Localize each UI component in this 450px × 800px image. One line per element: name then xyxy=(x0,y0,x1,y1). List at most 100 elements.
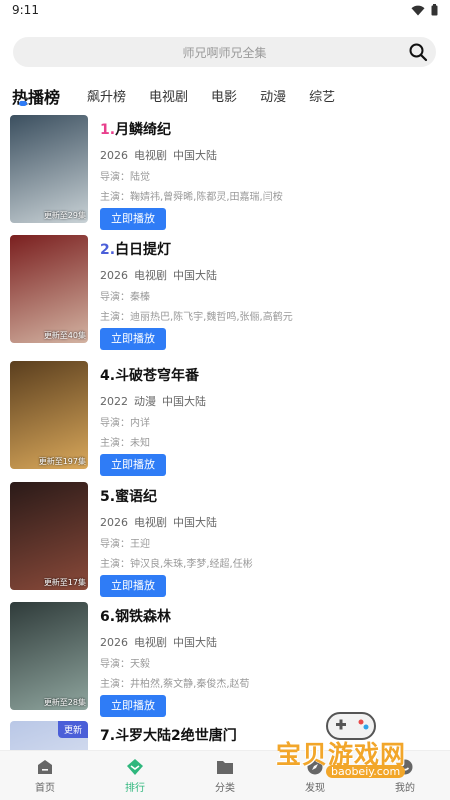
episode-badge: 更新至28集 xyxy=(43,698,86,707)
poster-image[interactable]: 更新至29集 xyxy=(10,115,88,223)
director: 导演：内详 xyxy=(100,418,150,427)
title-text: 月鳞绮纪 xyxy=(115,122,172,138)
item-title[interactable]: 4.斗破苍穹年番 xyxy=(100,365,430,385)
status-bar: 9:11 xyxy=(0,0,450,22)
nav-profile[interactable]: 我的 xyxy=(360,751,450,800)
play-button[interactable]: 立即播放 xyxy=(100,454,166,476)
region: 中国大陆 xyxy=(173,149,217,162)
list-item[interactable]: 更新至17集 5.蜜语纪 2026 电视剧 中国大陆 导演：王迎 主演：钟汉良,朱珠… xyxy=(10,482,440,597)
title-text: 蜜语纪 xyxy=(115,489,158,505)
poster-image[interactable]: 更新至28集 xyxy=(10,602,88,710)
profile-icon xyxy=(397,759,413,775)
year: 2026 xyxy=(100,516,128,529)
episode-badge: 更新至29集 xyxy=(43,211,86,220)
cast: 主演：井柏然,蔡文静,秦俊杰,赵荀 xyxy=(100,679,250,688)
nav-label: 排行 xyxy=(125,783,145,794)
title-text: 斗罗大陆2绝世唐门 xyxy=(115,728,237,744)
bottom-nav: 首页 排行 分类 发现 我的 xyxy=(0,750,450,800)
item-meta: 2026 电视剧 中国大陆 xyxy=(100,514,430,529)
ranking-icon xyxy=(127,759,143,775)
status-time: 9:11 xyxy=(12,3,39,17)
title-text: 钢铁森林 xyxy=(115,609,172,625)
item-title[interactable]: 6.钢铁森林 xyxy=(100,606,430,626)
item-meta: 2022 动漫 中国大陆 xyxy=(100,393,430,408)
play-button[interactable]: 立即播放 xyxy=(100,328,166,350)
poster-image[interactable]: 更新至17集 xyxy=(10,482,88,590)
nav-category[interactable]: 分类 xyxy=(180,751,270,800)
episode-badge: 更新至197集 xyxy=(38,457,86,466)
item-title[interactable]: 1.月鳞绮纪 xyxy=(100,119,430,139)
item-title[interactable]: 5.蜜语纪 xyxy=(100,486,430,506)
cast: 主演：钟汉良,朱珠,李梦,经超,任彬 xyxy=(100,559,253,568)
wifi-icon xyxy=(411,5,425,15)
cast: 主演：鞠婧祎,曾舜晞,陈都灵,田嘉瑞,闫桉 xyxy=(100,192,283,201)
nav-discover[interactable]: 发现 xyxy=(270,751,360,800)
list-item[interactable]: 更新至40集 2.白日提灯 2026 电视剧 中国大陆 导演：秦榛 主演：迪丽热巴,… xyxy=(10,235,440,350)
title-text: 白日提灯 xyxy=(115,242,172,258)
rank-number: 5. xyxy=(100,489,116,505)
list-item[interactable]: 更新至28集 6.钢铁森林 2026 电视剧 中国大陆 导演：天毅 主演：井柏然,蔡… xyxy=(10,602,440,717)
home-icon xyxy=(38,760,52,774)
rank-number: 6. xyxy=(100,609,116,625)
director: 导演：王迎 xyxy=(100,539,150,548)
poster-image[interactable]: 更新至40集 xyxy=(10,235,88,343)
status-icons xyxy=(411,4,438,16)
tab-rising[interactable]: 飙升榜 xyxy=(87,88,126,108)
year: 2026 xyxy=(100,149,128,162)
category-tabs: 热播榜 飙升榜 电视剧 电影 动漫 综艺 xyxy=(12,78,358,108)
discover-icon xyxy=(307,759,323,775)
list-item[interactable]: 更新 7.斗罗大陆2绝世唐门 xyxy=(10,721,440,750)
year: 2026 xyxy=(100,269,128,282)
year: 2022 xyxy=(100,395,128,408)
play-button[interactable]: 立即播放 xyxy=(100,208,166,230)
update-badge: 更新 xyxy=(57,721,88,738)
genre: 电视剧 xyxy=(134,149,167,162)
rank-number: 4. xyxy=(100,368,116,384)
battery-icon xyxy=(431,4,438,16)
genre: 电视剧 xyxy=(134,269,167,282)
director: 导演：陆觉 xyxy=(100,172,150,181)
tab-movie[interactable]: 电影 xyxy=(211,88,237,108)
list-item[interactable]: 更新至29集 1.月鳞绮纪 2026 电视剧 中国大陆 导演：陆觉 主演：鞠婧祎,曾… xyxy=(10,115,440,230)
nav-label: 发现 xyxy=(305,783,325,794)
item-meta: 2026 电视剧 中国大陆 xyxy=(100,267,430,282)
title-text: 斗破苍穹年番 xyxy=(115,368,200,384)
region: 中国大陆 xyxy=(173,516,217,529)
search-icon[interactable] xyxy=(408,42,428,62)
region: 中国大陆 xyxy=(162,395,206,408)
tab-anime[interactable]: 动漫 xyxy=(260,88,286,108)
nav-ranking[interactable]: 排行 xyxy=(90,751,180,800)
item-title[interactable]: 7.斗罗大陆2绝世唐门 xyxy=(100,725,430,745)
tab-tv[interactable]: 电视剧 xyxy=(149,88,188,108)
region: 中国大陆 xyxy=(173,636,217,649)
item-meta: 2026 电视剧 中国大陆 xyxy=(100,634,430,649)
region: 中国大陆 xyxy=(173,269,217,282)
list-item[interactable]: 更新至197集 4.斗破苍穹年番 2022 动漫 中国大陆 导演：内详 主演：未知 … xyxy=(10,361,440,476)
cast: 主演：未知 xyxy=(100,438,150,447)
episode-badge: 更新至17集 xyxy=(43,578,86,587)
director: 导演：秦榛 xyxy=(100,292,150,301)
poster-image[interactable]: 更新 xyxy=(10,721,88,750)
item-meta: 2026 电视剧 中国大陆 xyxy=(100,147,430,162)
tab-variety[interactable]: 综艺 xyxy=(309,88,335,108)
active-tab-indicator xyxy=(19,101,27,106)
genre: 动漫 xyxy=(134,395,156,408)
search-bar[interactable]: 师兄啊师兄全集 xyxy=(13,37,436,67)
director: 导演：天毅 xyxy=(100,659,150,668)
nav-label: 首页 xyxy=(35,783,55,794)
item-title[interactable]: 2.白日提灯 xyxy=(100,239,430,259)
rank-number: 2. xyxy=(100,242,116,258)
genre: 电视剧 xyxy=(134,636,167,649)
play-button[interactable]: 立即播放 xyxy=(100,575,166,597)
rank-number: 1. xyxy=(100,122,116,138)
play-button[interactable]: 立即播放 xyxy=(100,695,166,717)
cast: 主演：迪丽热巴,陈飞宇,魏哲鸣,张俪,高鹤元 xyxy=(100,312,293,321)
rank-number: 7. xyxy=(100,728,116,744)
year: 2026 xyxy=(100,636,128,649)
nav-home[interactable]: 首页 xyxy=(0,751,90,800)
nav-label: 分类 xyxy=(215,783,235,794)
poster-image[interactable]: 更新至197集 xyxy=(10,361,88,469)
episode-badge: 更新至40集 xyxy=(43,331,86,340)
search-input[interactable]: 师兄啊师兄全集 xyxy=(13,44,436,61)
folder-icon xyxy=(217,761,233,774)
